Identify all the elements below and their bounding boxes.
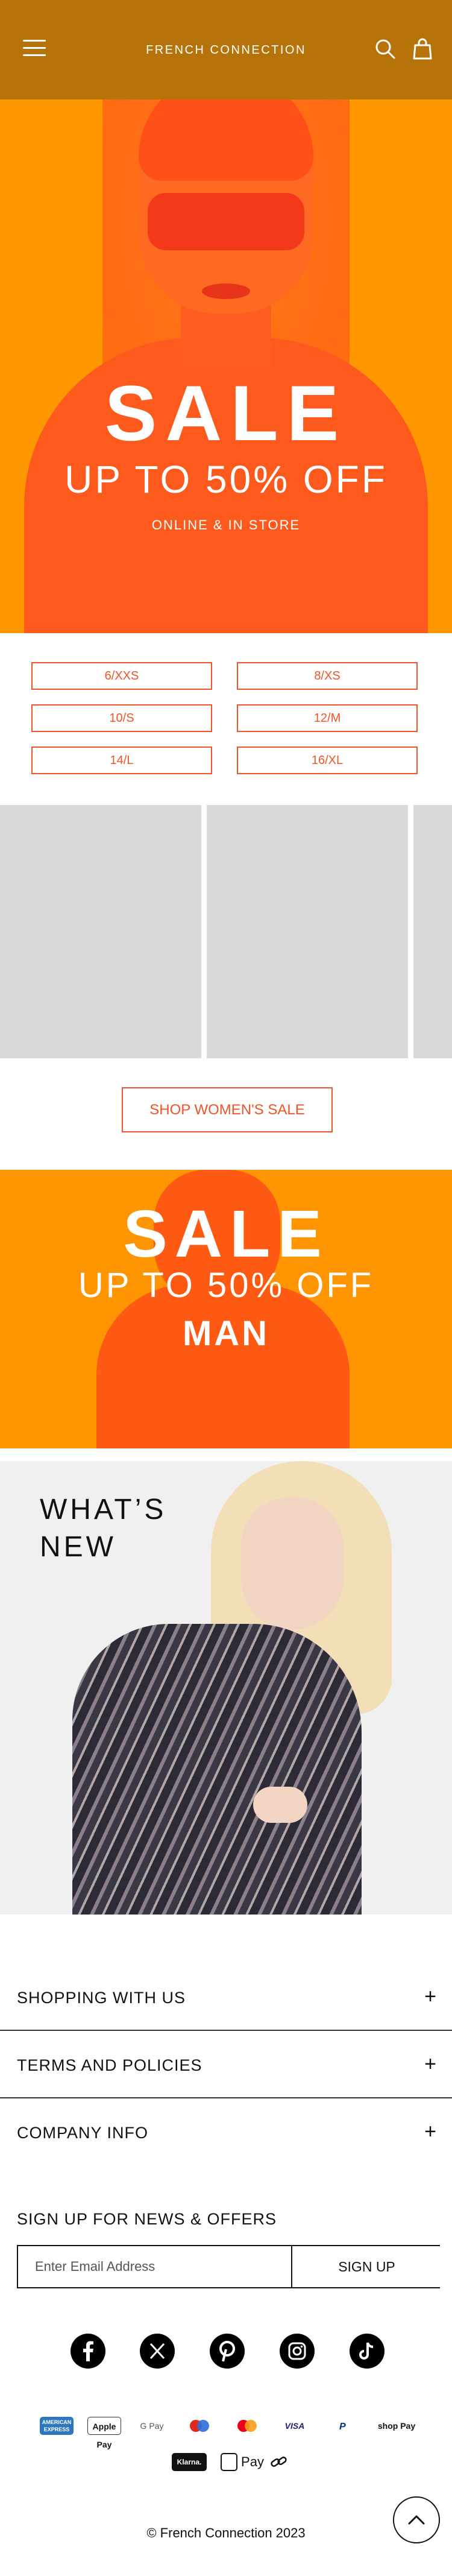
size-filter-grid: 6/XXS 8/XS 10/S 12/M 14/L 16/XL: [0, 633, 452, 805]
men-sale-headline: SALE: [123, 1197, 329, 1271]
site-header: FRENCH CONNECTION: [0, 0, 452, 99]
product-card[interactable]: [413, 805, 452, 1058]
accordion-label: COMPANY INFO: [17, 2124, 149, 2142]
maestro-icon: [183, 2417, 216, 2435]
hero-sale-tagline: ONLINE & IN STORE: [151, 517, 301, 532]
apple-logo-icon: [221, 2453, 237, 2471]
amex-icon: AMERICAN EXPRESS: [40, 2417, 74, 2435]
facebook-icon[interactable]: [71, 2334, 105, 2369]
product-card[interactable]: [207, 805, 408, 1058]
whats-new-title: WHAT’S NEW: [40, 1494, 167, 1563]
accordion-terms-and-policies[interactable]: TERMS AND POLICIES +: [0, 2032, 452, 2098]
tiktok-icon[interactable]: [350, 2334, 385, 2369]
product-card[interactable]: [0, 805, 201, 1058]
newsletter-title: SIGN UP FOR NEWS & OFFERS: [17, 2210, 277, 2228]
pinterest-icon[interactable]: [210, 2334, 245, 2369]
hero-sale-headline: SALE: [104, 369, 348, 457]
plus-icon: +: [424, 1985, 436, 2008]
search-icon[interactable]: [374, 37, 397, 60]
accordion-label: TERMS AND POLICIES: [17, 2056, 202, 2074]
svg-text:P: P: [339, 2422, 346, 2432]
model-lips: [202, 283, 250, 299]
men-sale-label: MAN: [182, 1314, 270, 1353]
mastercard-icon: [230, 2417, 264, 2435]
size-button-6-xxs[interactable]: 6/XXS: [31, 662, 212, 690]
hero-sale-subheadline: UP TO 50% OFF: [64, 458, 388, 501]
model-arm: [253, 1787, 307, 1823]
klarna-icon: Klarna.: [172, 2453, 207, 2471]
apple-pay-icon: Apple Pay: [87, 2417, 121, 2449]
plus-icon: +: [424, 2053, 436, 2076]
instagram-icon[interactable]: [280, 2334, 315, 2369]
size-button-10-s[interactable]: 10/S: [31, 704, 212, 732]
plus-icon: +: [424, 2120, 436, 2143]
shop-womens-sale-button[interactable]: SHOP WOMEN'S SALE: [122, 1087, 333, 1132]
visa-icon: VISA: [284, 2421, 305, 2431]
accordion-label: SHOPPING WITH US: [17, 1989, 186, 2007]
accordion-shopping-with-us[interactable]: SHOPPING WITH US +: [0, 1965, 452, 2031]
link-icon: [269, 2453, 289, 2471]
whats-new-banner[interactable]: WHAT’S NEW: [0, 1461, 452, 1915]
men-sale-subheadline: UP TO 50% OFF: [78, 1266, 374, 1305]
accordion-company-info[interactable]: COMPANY INFO +: [0, 2100, 452, 2166]
chevron-up-icon: [408, 2515, 425, 2525]
model-sunglasses: [148, 193, 304, 250]
paypal-icon: P: [325, 2417, 359, 2435]
model-dress: [72, 1624, 362, 1915]
back-to-top-button[interactable]: [393, 2496, 440, 2543]
model-face: [241, 1497, 344, 1630]
sign-up-button[interactable]: SIGN UP: [293, 2246, 440, 2287]
apple-pay-label: Pay: [241, 2454, 264, 2469]
size-button-14-l[interactable]: 14/L: [31, 747, 212, 774]
size-button-16-xl[interactable]: 16/XL: [237, 747, 418, 774]
copyright-text: © French Connection 2023: [146, 2525, 306, 2540]
size-button-12-m[interactable]: 12/M: [237, 704, 418, 732]
x-icon[interactable]: [140, 2334, 175, 2369]
size-button-8-xs[interactable]: 8/XS: [237, 662, 418, 690]
shop-pay-icon: shop Pay: [377, 2421, 416, 2431]
shopping-bag-icon[interactable]: [411, 37, 434, 60]
google-pay-icon: G Pay: [140, 2421, 164, 2431]
newsletter-form: SIGN UP: [17, 2245, 440, 2288]
email-field[interactable]: [18, 2246, 292, 2287]
model-jacket: [96, 1284, 350, 1448]
